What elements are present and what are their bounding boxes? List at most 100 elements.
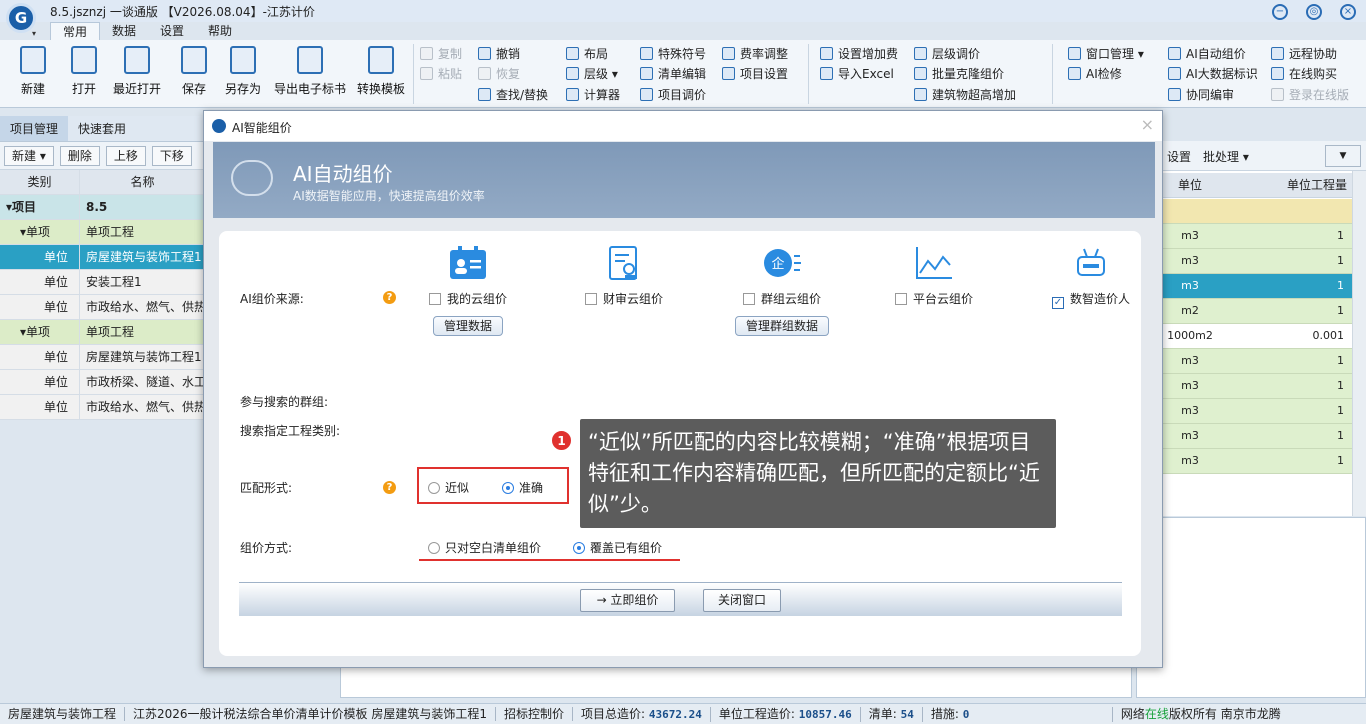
building-overheight-button[interactable]: 建筑物超高增加 — [914, 86, 1016, 104]
open-button[interactable]: 打开 — [71, 46, 97, 97]
tree-row[interactable]: ▾单项 单项工程 — [0, 220, 205, 245]
panel-dropdown-icon[interactable]: ▼ — [1325, 145, 1361, 167]
table-row[interactable]: m2 1 — [1162, 299, 1352, 324]
redo-button[interactable]: 恢复 — [478, 65, 520, 83]
save-button[interactable]: 保存 — [181, 46, 207, 97]
batch-process-button[interactable]: 批处理 ▾ — [1203, 148, 1249, 165]
table-row[interactable]: m3 1 — [1162, 349, 1352, 374]
tree-move-up-button[interactable]: 上移 — [105, 145, 146, 166]
tree-row[interactable]: 单位 市政给水、燃气、供热 — [0, 295, 205, 320]
online-buy-button[interactable]: 在线购买 — [1271, 65, 1337, 83]
app-menu-dropdown-icon[interactable]: ▾ — [32, 29, 36, 38]
audit-cloud-label: 财审云组价 — [602, 292, 663, 306]
tree-row-type: 单位 — [0, 245, 80, 269]
tab-quick-apply[interactable]: 快速套用 — [68, 116, 136, 141]
close-window-button[interactable]: 关闭窗口 — [703, 589, 781, 612]
tree-row-name: 房屋建筑与装饰工程1 — [86, 250, 202, 264]
remote-assist-button[interactable]: 远程协助 — [1271, 45, 1337, 63]
export-bid-button[interactable]: 导出电子标书 — [274, 46, 346, 97]
level-price-adjust-button[interactable]: 层级调价 — [914, 45, 980, 63]
grid-header: 单位 单位工程量 — [1162, 173, 1352, 198]
import-excel-button[interactable]: 导入Excel — [820, 65, 894, 83]
tree-row[interactable]: ▾单项 单项工程 — [0, 320, 205, 345]
tab-help[interactable]: 帮助 — [196, 22, 244, 40]
table-row[interactable]: 1000m2 0.001 — [1162, 324, 1352, 349]
tree-row[interactable]: 单位 市政给水、燃气、供热 — [0, 395, 205, 420]
ai-bigdata-button[interactable]: AI大数据标识 — [1168, 65, 1258, 83]
group-cloud-checkbox[interactable]: 群组云组价 — [717, 290, 847, 307]
new-button[interactable]: 新建 — [20, 46, 46, 97]
level-price-icon — [914, 47, 927, 60]
login-online-button[interactable]: 登录在线版 — [1271, 86, 1349, 104]
tree-new-button[interactable]: 新建 ▾ — [4, 145, 54, 166]
table-row[interactable]: m3 1 — [1162, 249, 1352, 274]
manage-data-button[interactable]: 管理数据 — [432, 316, 503, 336]
excel-icon — [820, 67, 833, 80]
tree-row[interactable]: ▾项目 8.5 — [0, 195, 205, 220]
tab-common[interactable]: 常用 — [50, 22, 101, 40]
platform-cloud-checkbox[interactable]: 平台云组价 — [869, 290, 999, 307]
window-manage-button[interactable]: 窗口管理 ▾ — [1068, 45, 1144, 63]
start-pricing-button[interactable]: → 立即组价 — [580, 589, 675, 612]
find-replace-button[interactable]: 查找/替换 — [478, 86, 548, 104]
calculator-button[interactable]: 计算器 — [566, 86, 620, 104]
tree-delete-button[interactable]: 删除 — [59, 145, 100, 166]
manage-group-data-button[interactable]: 管理群组数据 — [734, 316, 829, 336]
table-row[interactable]: m3 1 — [1162, 424, 1352, 449]
smart-cost-checkbox[interactable]: ✓ 数智造价人 — [1026, 290, 1156, 309]
dialog-close-icon[interactable]: × — [1141, 115, 1154, 134]
ai-inspect-button[interactable]: AI检修 — [1068, 65, 1122, 83]
dialog-title: AI智能组价 — [232, 121, 292, 135]
layout-button[interactable]: 布局 — [566, 45, 608, 63]
overwrite-radio[interactable]: 覆盖已有组价 — [573, 539, 662, 556]
set-extra-fee-label: 设置增加费 — [838, 47, 899, 61]
convert-template-button[interactable]: 转换模板 — [357, 46, 405, 97]
set-extra-fee-button[interactable]: 设置增加费 — [820, 45, 898, 63]
copy-button[interactable]: 复制 — [420, 45, 462, 63]
status-project: 房屋建筑与装饰工程 — [0, 707, 126, 721]
batch-clone-button[interactable]: 批量克隆组价 — [914, 65, 1004, 83]
ribbon-divider — [1052, 44, 1053, 104]
audit-cloud-checkbox[interactable]: 财审云组价 — [559, 290, 689, 307]
source-my-cloud: 我的云组价 管理数据 — [403, 245, 533, 336]
tree-row[interactable]: 单位 安装工程1 — [0, 270, 205, 295]
convert-label: 转换模板 — [357, 82, 406, 96]
vertical-scrollbar[interactable] — [1352, 171, 1366, 516]
tab-settings[interactable]: 设置 — [148, 22, 196, 40]
table-row[interactable] — [1162, 199, 1352, 224]
help-icon[interactable]: ? — [383, 291, 396, 304]
list-edit-icon — [640, 67, 653, 80]
cell-qty: 0.001 — [1312, 329, 1345, 342]
table-row[interactable]: m3 1 — [1162, 374, 1352, 399]
undo-button[interactable]: 撤销 — [478, 45, 520, 63]
tree-move-down-button[interactable]: 下移 — [151, 145, 192, 166]
minimize-icon[interactable]: − — [1272, 4, 1288, 20]
my-cloud-checkbox[interactable]: 我的云组价 — [403, 290, 533, 307]
table-row[interactable]: m3 1 — [1162, 449, 1352, 474]
close-icon[interactable]: × — [1340, 4, 1356, 20]
special-symbol-button[interactable]: 特殊符号 — [640, 45, 706, 63]
project-price-adjust-button[interactable]: 项目调价 — [640, 86, 706, 104]
status-list-value: 54 — [900, 707, 914, 721]
tab-data[interactable]: 数据 — [100, 22, 148, 40]
restore-icon[interactable]: ◎ — [1306, 4, 1322, 20]
table-row[interactable]: m3 1 — [1162, 274, 1352, 299]
level-button[interactable]: 层级 ▾ — [566, 65, 618, 83]
blank-only-radio[interactable]: 只对空白清单组价 — [428, 539, 541, 556]
ai-auto-pricing-button[interactable]: AI自动组价 — [1168, 45, 1246, 63]
project-settings-button[interactable]: 项目设置 — [722, 65, 788, 83]
settings-button[interactable]: 设置 — [1167, 148, 1191, 165]
table-row[interactable]: m3 1 — [1162, 399, 1352, 424]
recent-open-button[interactable]: 最近打开 — [113, 46, 161, 97]
help-icon[interactable]: ? — [383, 481, 396, 494]
paste-button[interactable]: 粘贴 — [420, 65, 462, 83]
tree-row[interactable]: 单位 房屋建筑与装饰工程1 — [0, 345, 205, 370]
co-review-button[interactable]: 协同编审 — [1168, 86, 1234, 104]
tree-row[interactable]: 单位 市政桥梁、隧道、水工 — [0, 370, 205, 395]
rate-adjust-button[interactable]: 费率调整 — [722, 45, 788, 63]
table-row[interactable]: m3 1 — [1162, 224, 1352, 249]
tree-row[interactable]: 单位 房屋建筑与装饰工程1 — [0, 245, 205, 270]
tab-project-manage[interactable]: 项目管理 — [0, 116, 69, 141]
save-as-button[interactable]: 另存为 — [225, 46, 261, 97]
list-edit-button[interactable]: 清单编辑 — [640, 65, 706, 83]
